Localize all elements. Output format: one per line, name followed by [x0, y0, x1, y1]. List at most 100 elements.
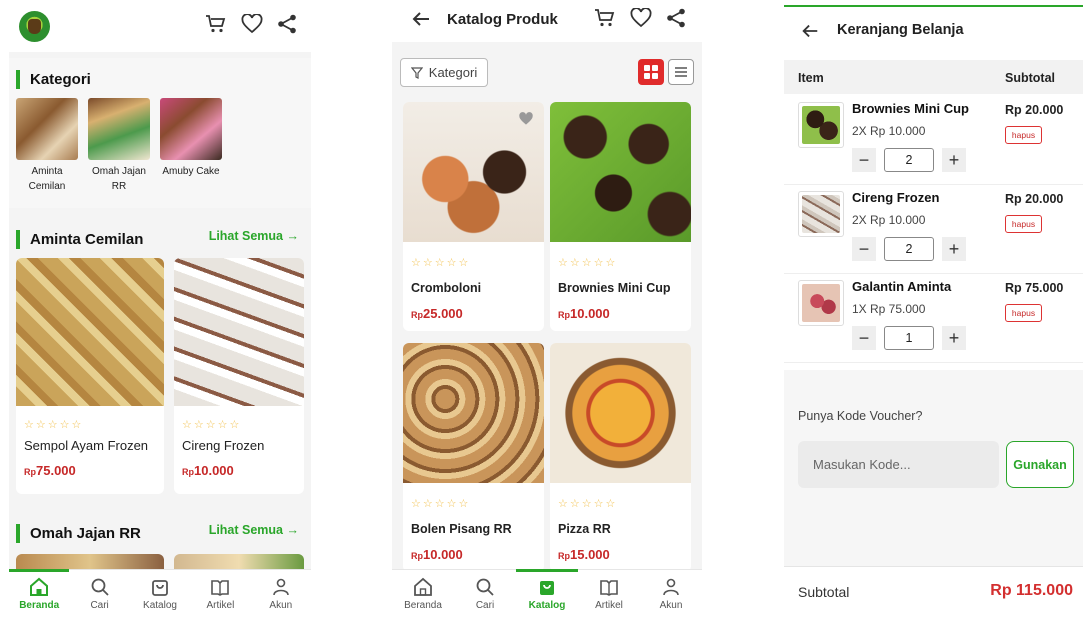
product-name: Brownies Mini Cup	[558, 281, 671, 295]
decrement-button[interactable]: −	[852, 326, 876, 350]
nav-katalog[interactable]: Katalog	[516, 569, 578, 617]
product-card[interactable]: ☆☆☆☆☆ Cromboloni Rp25.000	[403, 102, 544, 331]
rating-stars: ☆☆☆☆☆	[24, 419, 84, 431]
product-price: Rp10.000	[411, 547, 463, 562]
rating-stars: ☆☆☆☆☆	[182, 419, 242, 431]
share-icon[interactable]	[666, 8, 686, 28]
see-all-link[interactable]: Lihat Semua →	[209, 229, 299, 243]
quantity-field[interactable]: 1	[884, 326, 934, 350]
apply-voucher-button[interactable]: Gunakan	[1006, 441, 1074, 488]
decrement-button[interactable]: −	[852, 148, 876, 172]
nav-beranda[interactable]: Beranda	[9, 569, 70, 617]
cart-item-image	[798, 102, 844, 148]
cart-item-image	[798, 280, 844, 326]
voucher-section: Punya Kode Voucher? Gunakan	[784, 370, 1083, 566]
user-icon	[271, 577, 291, 597]
product-price: Rp75.000	[24, 463, 76, 478]
product-card[interactable]: ☆☆☆☆☆ Cireng Frozen Rp10.000	[174, 258, 304, 494]
product-image	[174, 258, 304, 406]
rating-stars: ☆☆☆☆☆	[411, 498, 471, 510]
nav-katalog[interactable]: Katalog	[130, 570, 190, 617]
product-name: Cireng Frozen	[182, 438, 265, 453]
cart-item-subtotal: Rp 20.000	[1005, 192, 1064, 206]
grid-view-toggle[interactable]	[638, 59, 664, 85]
cart-item-name: Galantin Aminta	[852, 279, 952, 294]
heart-icon[interactable]	[630, 8, 652, 28]
back-arrow-icon[interactable]	[410, 8, 432, 30]
subtotal-bar: Subtotal Rp 115.000	[784, 566, 1083, 617]
search-icon	[475, 577, 495, 597]
quantity-stepper: − 2 +	[852, 237, 966, 261]
cart-item-subtotal: Rp 75.000	[1005, 281, 1064, 295]
back-arrow-icon[interactable]	[800, 21, 820, 41]
remove-button[interactable]: hapus	[1005, 126, 1042, 144]
heart-icon[interactable]	[241, 14, 263, 34]
cart-table-header: Item Subtotal	[784, 60, 1083, 94]
cart-item-image	[798, 191, 844, 237]
book-icon	[599, 577, 619, 597]
remove-button[interactable]: hapus	[1005, 304, 1042, 322]
increment-button[interactable]: +	[942, 148, 966, 172]
increment-button[interactable]: +	[942, 326, 966, 350]
favorite-icon[interactable]	[518, 112, 534, 131]
app-logo	[19, 11, 50, 42]
product-image	[550, 102, 691, 242]
product-card[interactable]: ☆☆☆☆☆ Brownies Mini Cup Rp10.000	[550, 102, 691, 331]
column-header-item: Item	[798, 71, 824, 85]
nav-akun[interactable]: Akun	[640, 570, 702, 617]
quantity-stepper: − 1 +	[852, 326, 966, 350]
product-name: Sempol Ayam Frozen	[24, 438, 149, 453]
cart-item-unit-price: 1X Rp 75.000	[852, 302, 926, 316]
nav-artikel[interactable]: Artikel	[190, 570, 250, 617]
product-card[interactable]: ☆☆☆☆☆ Bolen Pisang RR Rp10.000	[403, 343, 544, 572]
filter-icon	[410, 66, 423, 79]
cart-screen: Keranjang Belanja Item Subtotal Brownies…	[784, 0, 1083, 617]
search-icon	[90, 577, 110, 597]
list-view-toggle[interactable]	[668, 59, 694, 85]
nav-beranda[interactable]: Beranda	[392, 570, 454, 617]
cart-icon[interactable]	[205, 14, 227, 34]
product-card[interactable]: ☆☆☆☆☆ Sempol Ayam Frozen Rp75.000	[16, 258, 164, 494]
nav-artikel[interactable]: Artikel	[578, 570, 640, 617]
see-all-link[interactable]: Lihat Semua →	[209, 523, 299, 537]
cart-item-subtotal: Rp 20.000	[1005, 103, 1064, 117]
cart-icon[interactable]	[594, 8, 616, 28]
page-title: Keranjang Belanja	[837, 22, 964, 38]
bottom-nav: Beranda Cari Katalog Artikel Akun	[9, 569, 311, 617]
share-icon[interactable]	[277, 14, 297, 34]
catalog-screen: Katalog Produk Kategori ☆☆☆☆☆ Cromboloni…	[392, 0, 702, 617]
nav-cari[interactable]: Cari	[454, 570, 516, 617]
home-header	[9, 0, 311, 52]
rating-stars: ☆☆☆☆☆	[411, 257, 471, 269]
user-icon	[661, 577, 681, 597]
nav-akun[interactable]: Akun	[251, 570, 311, 617]
cart-item-row: Brownies Mini Cup 2X Rp 10.000 Rp 20.000…	[784, 96, 1083, 185]
increment-button[interactable]: +	[942, 237, 966, 261]
grid-icon	[638, 65, 664, 89]
bag-icon	[150, 577, 170, 597]
rating-stars: ☆☆☆☆☆	[558, 498, 618, 510]
product-card[interactable]: ☆☆☆☆☆ Pizza RR Rp15.000	[550, 343, 691, 572]
nav-cari[interactable]: Cari	[69, 570, 129, 617]
quantity-field[interactable]: 2	[884, 148, 934, 172]
decrement-button[interactable]: −	[852, 237, 876, 261]
category-filter-button[interactable]: Kategori	[400, 58, 488, 87]
cart-item-unit-price: 2X Rp 10.000	[852, 213, 926, 227]
quantity-field[interactable]: 2	[884, 237, 934, 261]
bottom-nav: Beranda Cari Katalog Artikel Akun	[392, 569, 702, 617]
remove-button[interactable]: hapus	[1005, 215, 1042, 233]
category-item-aminta[interactable]: Aminta Cemilan	[15, 98, 79, 194]
product-image	[16, 258, 164, 406]
quantity-stepper: − 2 +	[852, 148, 966, 172]
voucher-input[interactable]	[798, 441, 999, 488]
category-item-omah-jajan[interactable]: Omah Jajan RR	[87, 98, 151, 194]
list-icon	[669, 67, 693, 88]
home-screen: Kategori Aminta Cemilan Omah Jajan RR Am…	[9, 0, 311, 617]
cart-item-row: Cireng Frozen 2X Rp 10.000 Rp 20.000 hap…	[784, 185, 1083, 274]
section-title: Omah Jajan RR	[16, 524, 141, 543]
cart-item-unit-price: 2X Rp 10.000	[852, 124, 926, 138]
subtotal-value: Rp 115.000	[990, 582, 1073, 599]
voucher-label: Punya Kode Voucher?	[798, 409, 923, 423]
category-item-amuby[interactable]: Amuby Cake	[159, 98, 223, 179]
product-price: Rp10.000	[182, 463, 234, 478]
